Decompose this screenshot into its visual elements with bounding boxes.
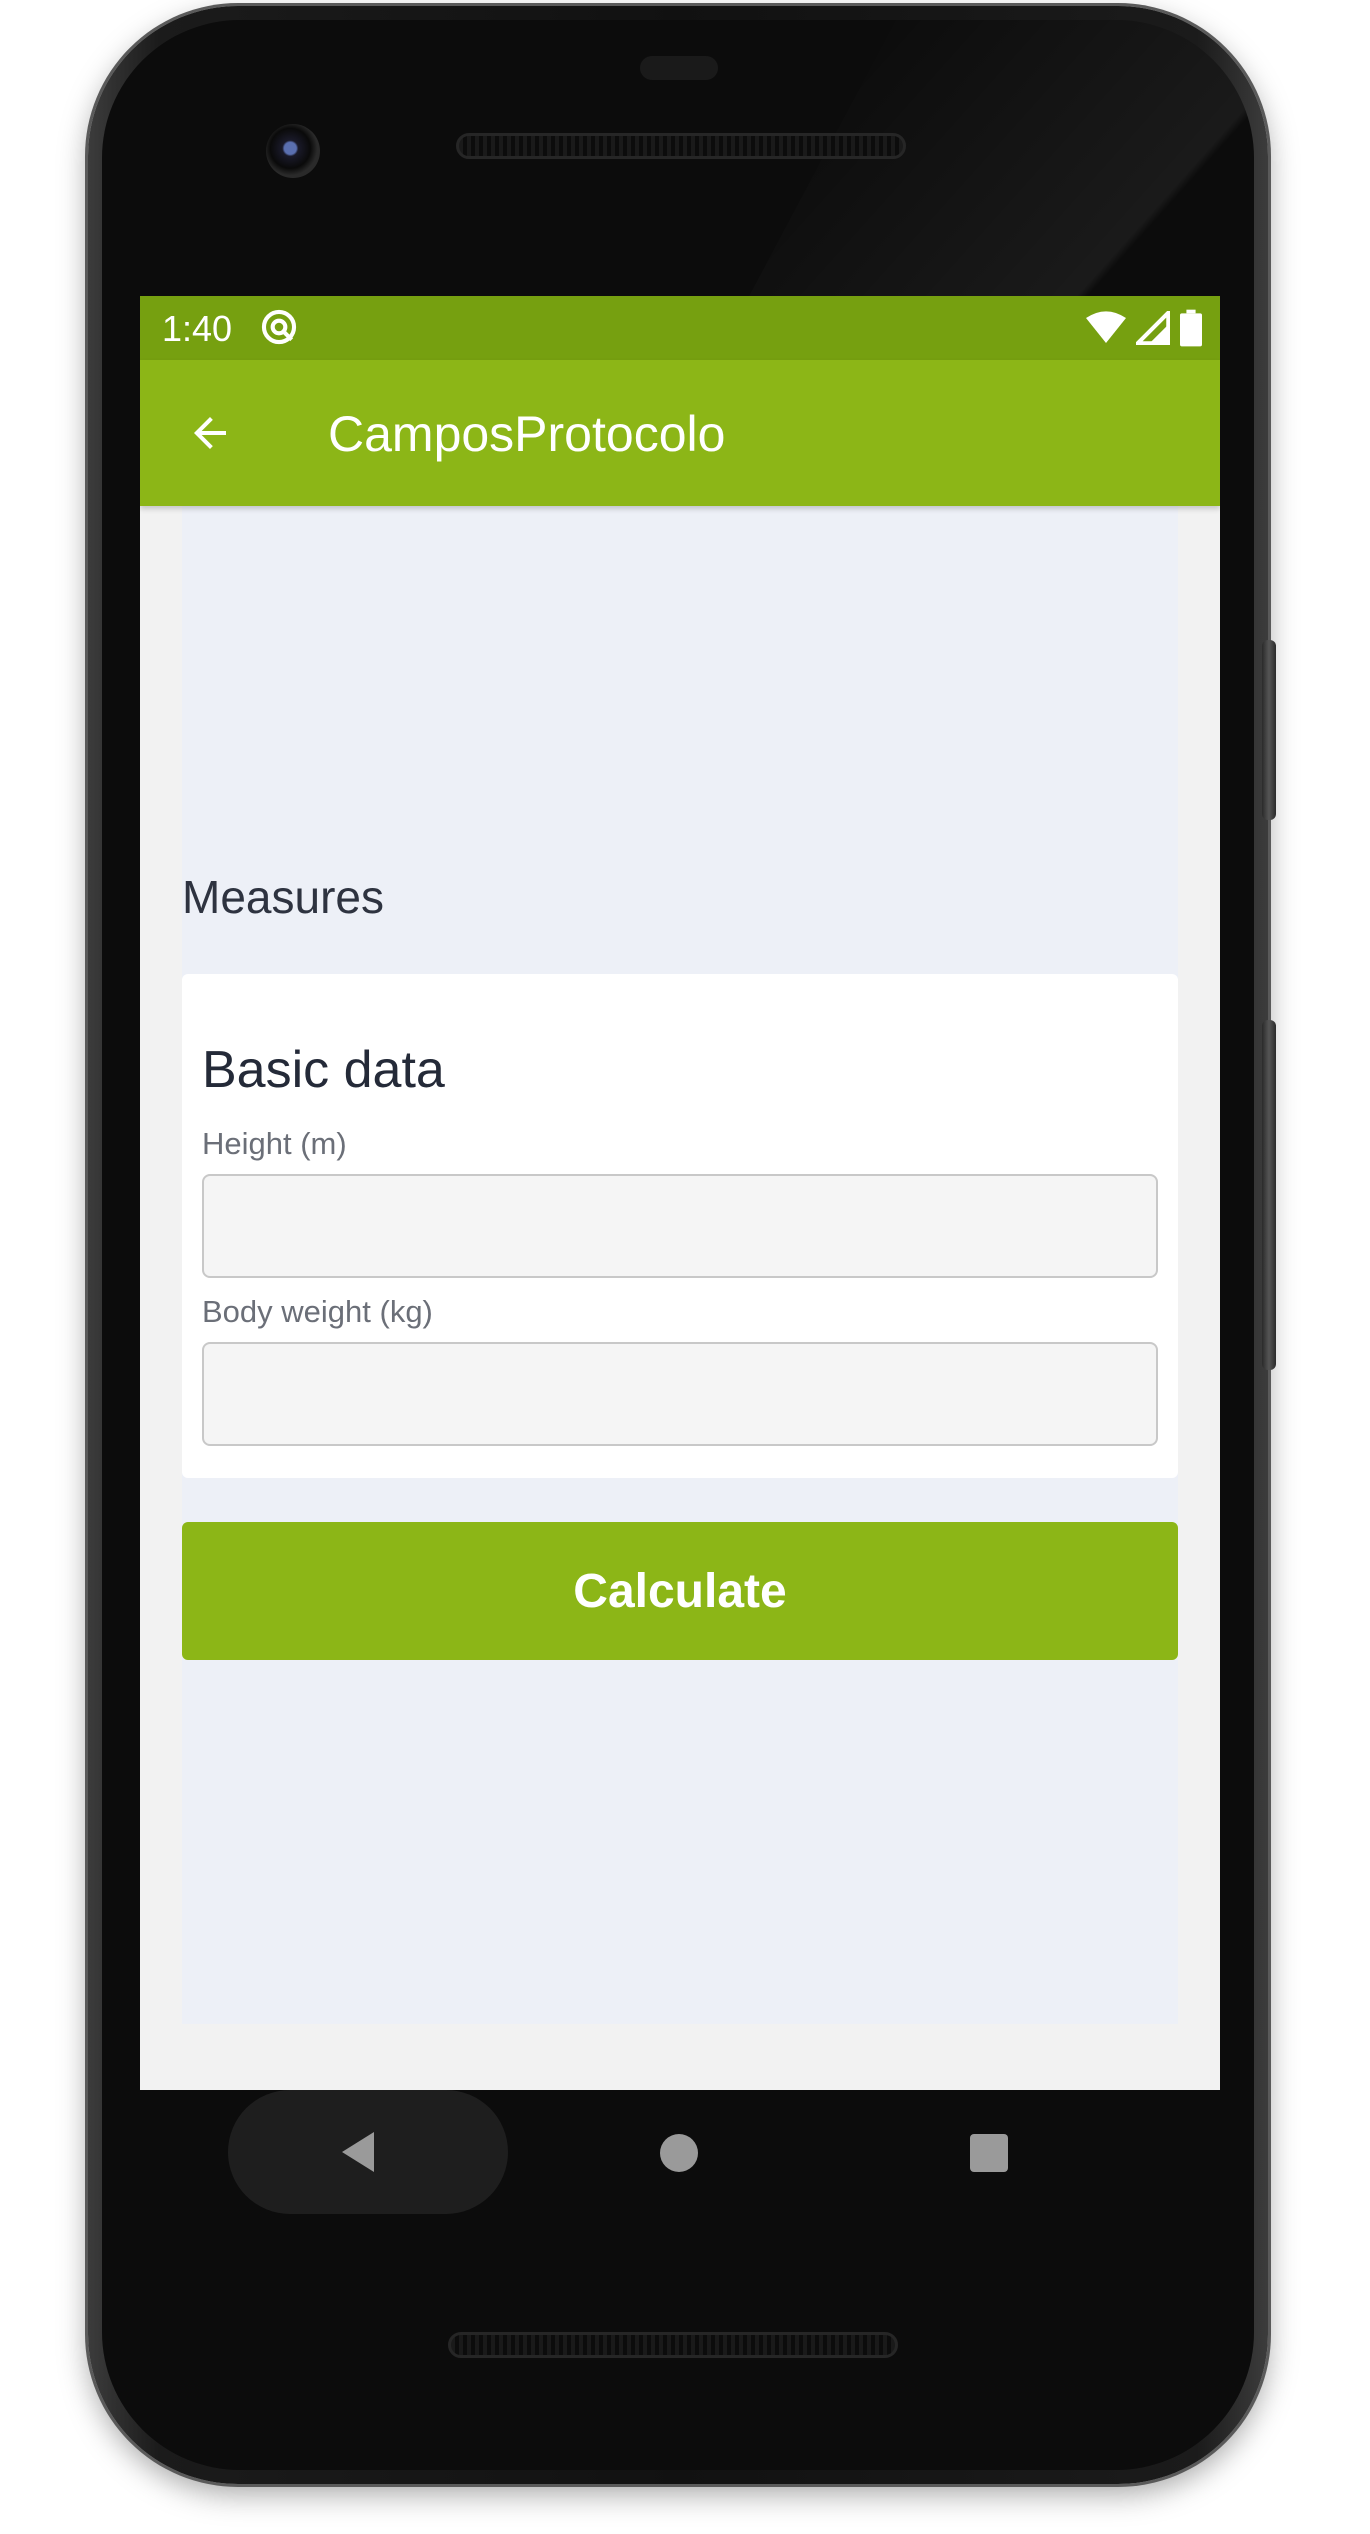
power-button <box>1262 640 1276 820</box>
signal-icon <box>1136 311 1170 345</box>
card-title: Basic data <box>202 1041 445 1099</box>
at-sign-icon <box>261 309 297 345</box>
screen: 1:40 CamposProtocolo Measures Basic data… <box>140 296 1220 2090</box>
status-time: 1:40 <box>162 308 233 349</box>
section-title: Measures <box>182 871 384 923</box>
status-icons <box>1086 308 1202 348</box>
nav-recents-square-icon[interactable] <box>970 2134 1008 2172</box>
proximity-sensor <box>640 56 718 80</box>
app-bar: CamposProtocolo <box>140 360 1220 506</box>
bottom-speaker <box>448 2332 898 2358</box>
arrow-left-icon <box>194 417 226 449</box>
calculate-button[interactable]: Calculate <box>182 1522 1178 1660</box>
earpiece-speaker <box>456 133 906 159</box>
nav-home-circle-icon[interactable] <box>660 2134 698 2172</box>
body-weight-label: Body weight (kg) <box>202 1294 433 1329</box>
status-bar: 1:40 <box>140 296 1220 360</box>
navigation-bar <box>140 2090 1220 2214</box>
front-camera <box>266 124 320 178</box>
app-title: CamposProtocolo <box>328 406 726 462</box>
nav-back-triangle-icon[interactable] <box>336 2128 384 2176</box>
battery-icon <box>1180 309 1202 347</box>
volume-button <box>1262 1020 1276 1370</box>
back-button[interactable] <box>180 403 240 463</box>
body-weight-input[interactable] <box>202 1342 1158 1446</box>
wifi-icon <box>1086 311 1126 343</box>
height-input[interactable] <box>202 1174 1158 1278</box>
basic-data-card: Basic data Height (m) Body weight (kg) <box>182 974 1178 1478</box>
height-label: Height (m) <box>202 1126 347 1161</box>
content-area: Measures Basic data Height (m) Body weig… <box>140 506 1220 2090</box>
